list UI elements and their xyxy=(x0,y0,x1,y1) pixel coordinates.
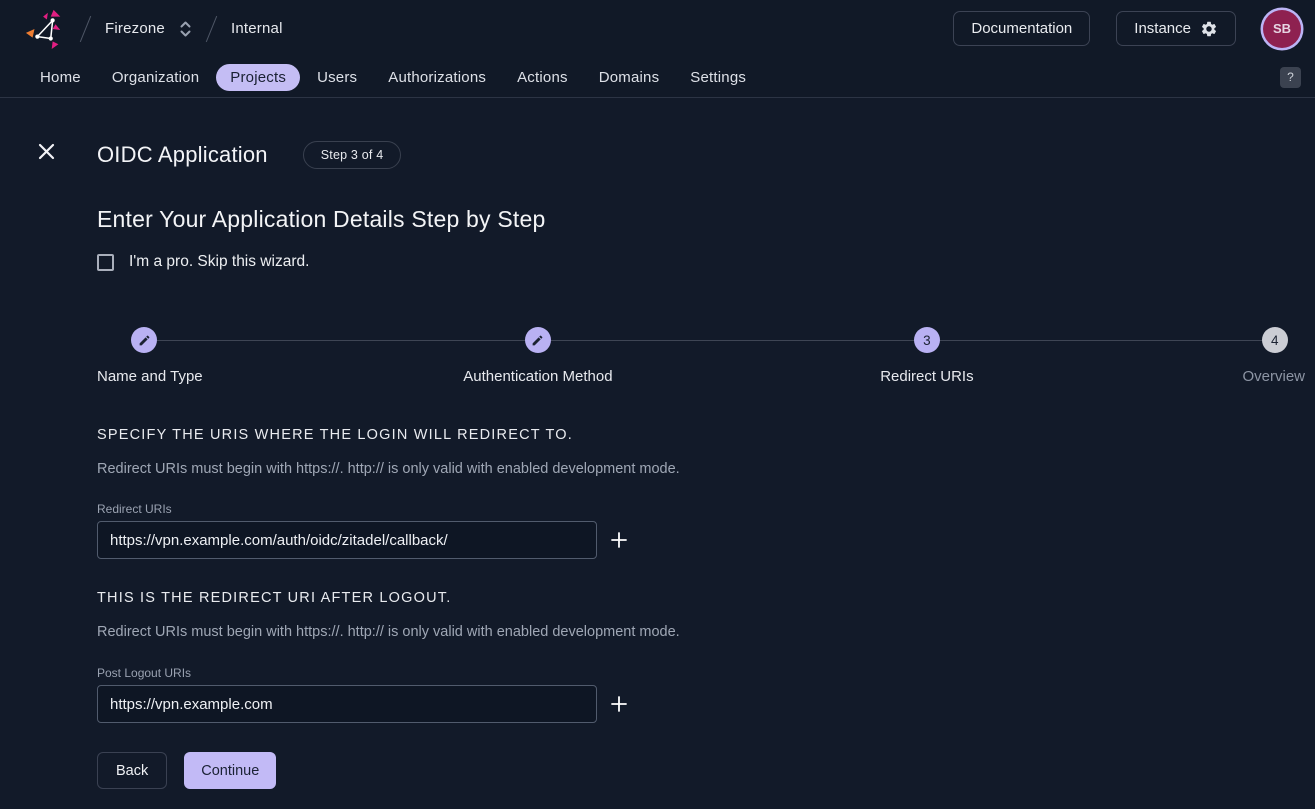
step-2-label: Authentication Method xyxy=(463,368,612,385)
redirect-uri-input[interactable] xyxy=(97,521,597,559)
breadcrumb-separator xyxy=(206,15,217,41)
nav-item-organization[interactable]: Organization xyxy=(98,64,213,91)
avatar[interactable]: SB xyxy=(1263,10,1301,48)
nav-item-projects[interactable]: Projects xyxy=(216,64,300,91)
step-3-label: Redirect URIs xyxy=(880,368,973,385)
step-1-label: Name and Type xyxy=(97,368,203,385)
back-button[interactable]: Back xyxy=(97,752,167,789)
documentation-button[interactable]: Documentation xyxy=(953,11,1090,46)
add-redirect-uri-button[interactable] xyxy=(608,529,630,551)
zitadel-logo-icon[interactable] xyxy=(24,8,66,50)
nav-item-actions[interactable]: Actions xyxy=(503,64,582,91)
wizard-container: OIDC Application Step 3 of 4 Enter Your … xyxy=(97,98,1305,789)
documentation-label: Documentation xyxy=(971,20,1072,37)
logout-section-description: Redirect URIs must begin with https://. … xyxy=(97,624,1305,642)
skip-wizard-label: I'm a pro. Skip this wizard. xyxy=(129,253,309,271)
post-logout-uris-label: Post Logout URIs xyxy=(97,666,1305,680)
logout-section-heading: THIS IS THE REDIRECT URI AFTER LOGOUT. xyxy=(97,590,1305,607)
step-4-number: 4 xyxy=(1271,333,1279,348)
top-bar: Firezone Internal Documentation Instance… xyxy=(0,0,1315,98)
post-logout-uri-input[interactable] xyxy=(97,685,597,723)
continue-button[interactable]: Continue xyxy=(184,752,276,789)
breadcrumb-separator xyxy=(80,15,91,41)
post-logout-uri-row xyxy=(97,685,1305,723)
help-button[interactable]: ? xyxy=(1280,67,1301,88)
step-2-circle xyxy=(525,327,551,353)
instance-label: Instance xyxy=(1134,20,1191,37)
nav-item-users[interactable]: Users xyxy=(303,64,371,91)
step-1-circle xyxy=(131,327,157,353)
stepper: 3 4 xyxy=(97,327,1305,353)
step-3-number: 3 xyxy=(923,333,931,348)
main-nav: Home Organization Projects Users Authori… xyxy=(0,57,1315,97)
edit-pencil-icon xyxy=(531,334,544,347)
redirect-section-heading: SPECIFY THE URIS WHERE THE LOGIN WILL RE… xyxy=(97,427,1305,444)
avatar-initials: SB xyxy=(1273,21,1291,36)
edit-pencil-icon xyxy=(138,334,151,347)
wizard-heading: Enter Your Application Details Step by S… xyxy=(97,206,1305,234)
wizard-actions: Back Continue xyxy=(97,752,1305,789)
breadcrumb-row: Firezone Internal Documentation Instance… xyxy=(0,0,1315,57)
plus-icon xyxy=(610,531,628,549)
close-icon[interactable] xyxy=(36,141,56,161)
stepper-labels: Name and Type Authentication Method Redi… xyxy=(97,368,1305,386)
wizard-page: OIDC Application Step 3 of 4 Enter Your … xyxy=(0,98,1315,809)
step-badge: Step 3 of 4 xyxy=(303,141,402,169)
page-title: OIDC Application xyxy=(97,142,268,168)
redirect-uris-label: Redirect URIs xyxy=(97,502,1305,516)
step-4-circle: 4 xyxy=(1262,327,1288,353)
nav-item-home[interactable]: Home xyxy=(26,64,95,91)
org-switcher[interactable]: Firezone xyxy=(105,20,192,38)
skip-wizard-checkbox[interactable] xyxy=(97,254,114,271)
gear-icon xyxy=(1200,20,1218,38)
step-3-circle: 3 xyxy=(914,327,940,353)
redirect-section-description: Redirect URIs must begin with https://. … xyxy=(97,461,1305,479)
add-post-logout-uri-button[interactable] xyxy=(608,693,630,715)
plus-icon xyxy=(610,695,628,713)
breadcrumb-project[interactable]: Internal xyxy=(231,20,283,37)
breadcrumb-org: Firezone xyxy=(105,20,165,37)
wizard-title-row: OIDC Application Step 3 of 4 xyxy=(97,140,1305,170)
instance-button[interactable]: Instance xyxy=(1116,11,1236,46)
nav-item-settings[interactable]: Settings xyxy=(676,64,760,91)
nav-item-domains[interactable]: Domains xyxy=(585,64,674,91)
unfold-more-icon xyxy=(179,20,192,38)
redirect-uri-row xyxy=(97,521,1305,559)
stepper-connector xyxy=(157,340,1262,341)
skip-wizard-row[interactable]: I'm a pro. Skip this wizard. xyxy=(97,252,1305,272)
nav-item-authorizations[interactable]: Authorizations xyxy=(374,64,500,91)
step-4-label: Overview xyxy=(1242,368,1305,385)
